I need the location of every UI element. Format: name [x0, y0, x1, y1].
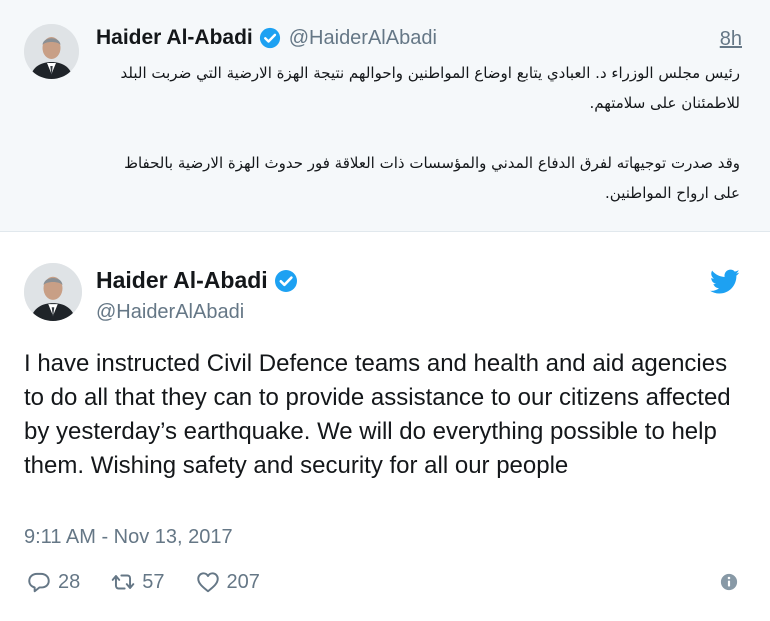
avatar[interactable]	[24, 263, 82, 321]
parent-tweet[interactable]: Haider Al-Abadi @HaiderAlAbadi 8h رئيس م…	[0, 0, 770, 232]
avatar-image	[24, 24, 79, 79]
author-name-row: Haider Al-Abadi	[96, 267, 298, 294]
like-count: 207	[226, 570, 260, 593]
retweet-icon	[111, 574, 135, 590]
info-icon[interactable]	[720, 573, 738, 591]
verified-badge-icon	[274, 269, 298, 293]
author-handle[interactable]: @HaiderAlAbadi	[96, 301, 244, 324]
tweet-timestamp[interactable]: 8h	[720, 28, 742, 51]
author-name[interactable]: Haider Al-Abadi	[96, 26, 253, 50]
reply-icon	[28, 572, 50, 593]
tweet-text: I have instructed Civil Defence teams an…	[24, 350, 731, 479]
parent-header: Haider Al-Abadi @HaiderAlAbadi	[96, 26, 437, 50]
verified-badge-icon	[259, 27, 281, 49]
heart-icon	[196, 572, 219, 593]
parent-tweet-text: رئيس مجلس الوزراء د. العبادي يتابع اوضاع…	[96, 58, 740, 208]
twitter-bird-icon[interactable]	[710, 269, 740, 295]
like-button[interactable]: 207	[195, 569, 260, 595]
author-name[interactable]: Haider Al-Abadi	[96, 267, 268, 294]
tweet-date[interactable]: 9:11 AM - Nov 13, 2017	[24, 526, 233, 549]
main-tweet: Haider Al-Abadi @HaiderAlAbadi I have in…	[0, 233, 770, 621]
author-handle[interactable]: @HaiderAlAbadi	[289, 27, 437, 50]
avatar-image	[24, 263, 82, 321]
tweet-actions: 28 57 207	[26, 569, 290, 595]
tweet-text-paragraph: رئيس مجلس الوزراء د. العبادي يتابع اوضاع…	[120, 64, 740, 112]
avatar[interactable]	[24, 24, 79, 79]
reply-button[interactable]: 28	[26, 569, 80, 595]
reply-count: 28	[58, 570, 81, 593]
tweet-text-paragraph: وقد صدرت توجيهاته لفرق الدفاع المدني وال…	[124, 154, 740, 202]
retweet-count: 57	[142, 570, 165, 593]
retweet-button[interactable]: 57	[110, 569, 165, 595]
